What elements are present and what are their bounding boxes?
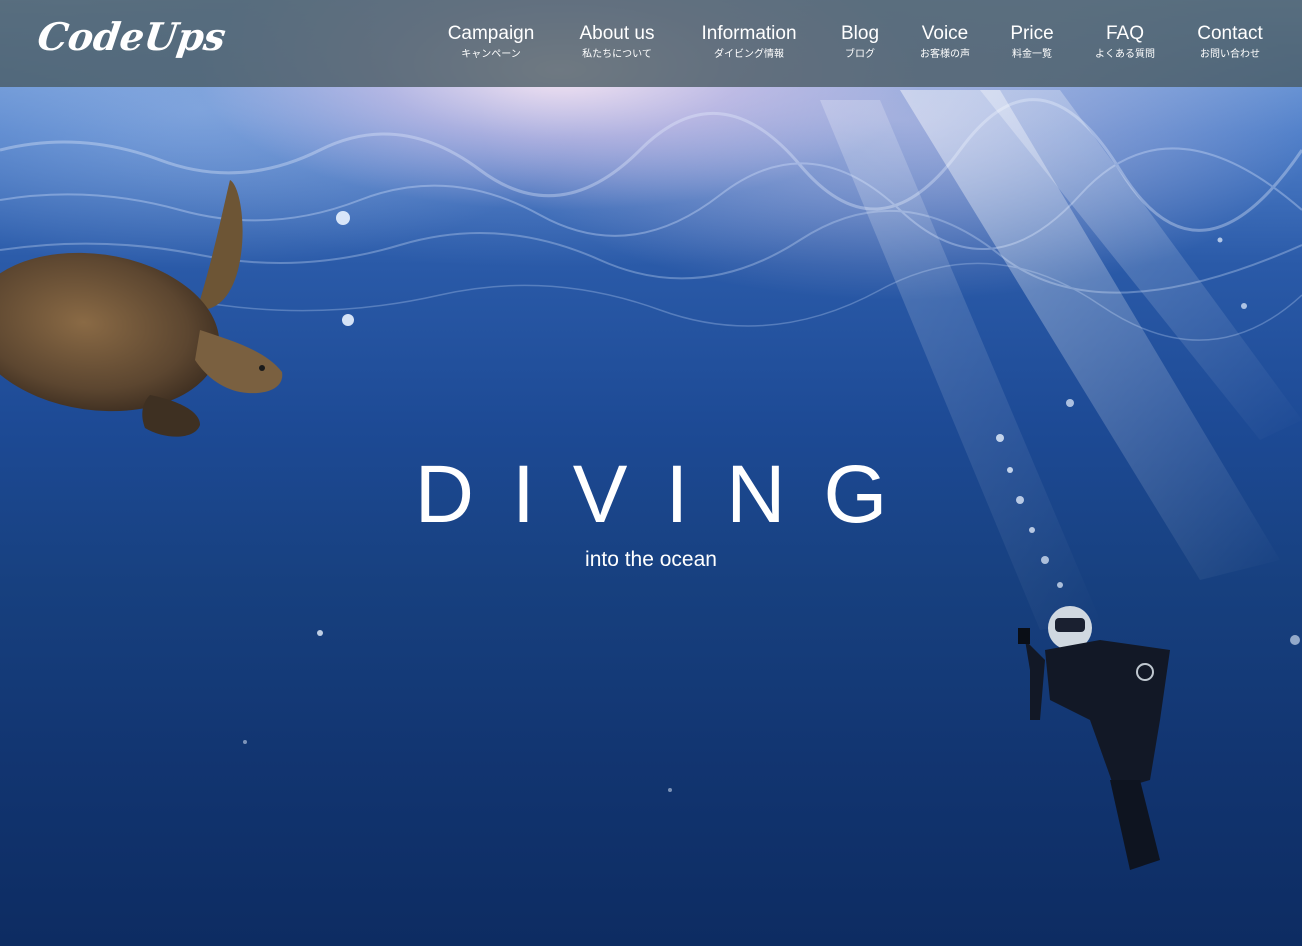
sea-turtle-image: [0, 180, 283, 437]
nav-item-faq[interactable]: FAQ よくある質問: [1095, 22, 1155, 62]
nav-sublabel: よくある質問: [1095, 49, 1155, 60]
hero-subtitle: into the ocean: [585, 548, 717, 571]
nav-item-blog[interactable]: Blog ブログ: [841, 22, 879, 62]
nav-sublabel: ダイビング情報: [713, 49, 784, 60]
nav-label: Blog: [840, 23, 880, 44]
nav-sublabel: お客様の声: [920, 49, 970, 60]
nav-item-about-us[interactable]: About us 私たちについて: [580, 22, 655, 62]
nav-sublabel: 料金一覧: [1011, 49, 1052, 60]
global-nav: Campaign キャンペーン About us 私たちについて Informa…: [0, 22, 1302, 72]
nav-label: Information: [701, 23, 797, 44]
hero-title: DIVING: [414, 449, 926, 540]
nav-label: Contact: [1197, 23, 1263, 44]
nav-item-voice[interactable]: Voice お客様の声: [920, 22, 970, 62]
nav-item-campaign[interactable]: Campaign キャンペーン: [448, 22, 535, 62]
nav-item-price[interactable]: Price 料金一覧: [1010, 22, 1053, 62]
site-header: CodeUps Campaign キャンペーン About us 私たちについて…: [0, 0, 1302, 87]
nav-item-information[interactable]: Information ダイビング情報: [701, 22, 796, 62]
nav-sublabel: キャンペーン: [461, 49, 521, 60]
scuba-diver-image: [1018, 606, 1170, 870]
nav-item-contact[interactable]: Contact お問い合わせ: [1197, 22, 1262, 62]
nav-label: Campaign: [447, 23, 535, 44]
hero-section: DIVING into the ocean: [0, 0, 1302, 946]
nav-sublabel: ブログ: [845, 49, 875, 60]
nav-label: Price: [1010, 23, 1054, 44]
nav-sublabel: 私たちについて: [582, 49, 652, 60]
nav-label: About us: [579, 23, 655, 44]
nav-label: FAQ: [1105, 23, 1144, 44]
nav-sublabel: お問い合わせ: [1199, 49, 1260, 60]
nav-label: Voice: [921, 23, 969, 44]
